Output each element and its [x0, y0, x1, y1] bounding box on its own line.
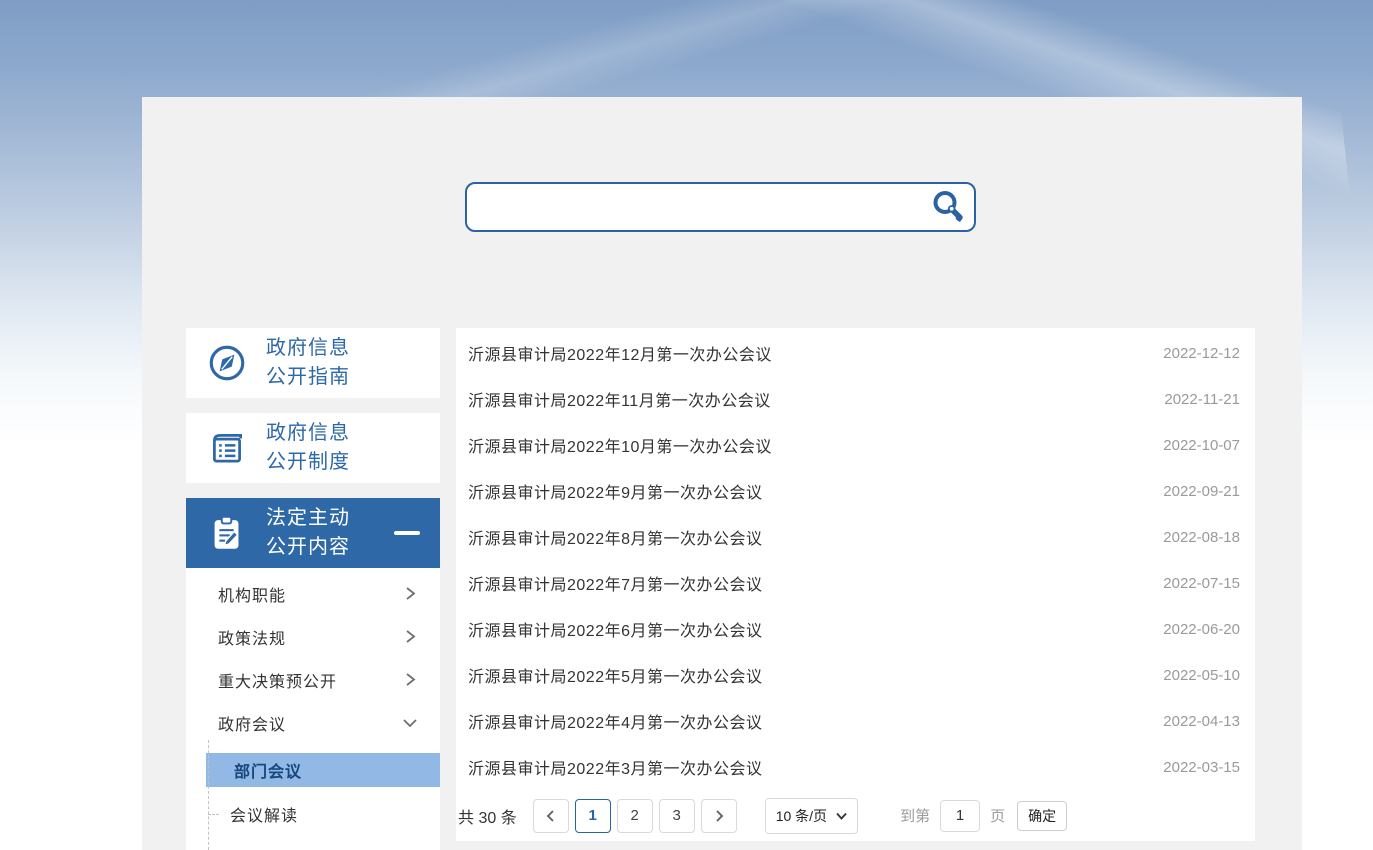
chevron-left-icon	[544, 809, 558, 823]
list-item[interactable]: 沂源县审计局2022年10月第一次办公会议 2022-10-07	[456, 422, 1255, 468]
chevron-right-icon	[403, 629, 418, 644]
chevron-right-icon	[403, 672, 418, 687]
goto-page-input[interactable]	[940, 800, 980, 832]
search-input[interactable]	[467, 184, 922, 230]
compass-icon	[206, 341, 248, 385]
submenu-item-department-meetings[interactable]: 部门会议	[206, 753, 440, 787]
chevron-down-icon	[402, 715, 418, 730]
notebook-icon	[206, 426, 248, 470]
sidebar-card-gov-info-guide[interactable]: 政府信息 公开指南	[186, 328, 440, 398]
list-item[interactable]: 沂源县审计局2022年8月第一次办公会议 2022-08-18	[456, 514, 1255, 560]
list-item[interactable]: 沂源县审计局2022年11月第一次办公会议 2022-11-21	[456, 376, 1255, 422]
sidebar-menu: 机构职能 政策法规 重大决策预公开 政府会议 部门会议 会议解读	[186, 568, 440, 850]
sidebar-card-label: 政府信息 公开指南	[266, 334, 350, 392]
clipboard-pencil-icon	[206, 511, 248, 555]
search-button[interactable]	[922, 184, 974, 230]
submenu-tree-line	[208, 740, 209, 850]
goto-page-suffix: 页	[990, 805, 1005, 826]
sidebar-card-statutory-disclosure[interactable]: 法定主动 公开内容	[186, 498, 440, 568]
list-item[interactable]: 沂源县审计局2022年7月第一次办公会议 2022-07-15	[456, 560, 1255, 606]
menu-item-government-meetings[interactable]: 政府会议	[186, 701, 440, 744]
pagination-bar: 共 30 条 1 2 3 10 条/页 到第 页 确定	[456, 790, 1255, 841]
next-page-button[interactable]	[701, 799, 737, 833]
menu-item-policies[interactable]: 政策法规	[186, 615, 440, 658]
prev-page-button[interactable]	[533, 799, 569, 833]
sidebar-card-label: 政府信息 公开制度	[266, 419, 350, 477]
list-item[interactable]: 沂源县审计局2022年6月第一次办公会议 2022-06-20	[456, 606, 1255, 652]
page-button-3[interactable]: 3	[659, 799, 695, 833]
search-icon	[930, 189, 966, 225]
menu-item-organization[interactable]: 机构职能	[186, 572, 440, 615]
list-item-date: 2022-09-21	[1163, 483, 1240, 500]
list-item[interactable]: 沂源县审计局2022年9月第一次办公会议 2022-09-21	[456, 468, 1255, 514]
list-item-date: 2022-07-15	[1163, 575, 1240, 592]
menu-item-major-decisions[interactable]: 重大决策预公开	[186, 658, 440, 701]
page-size-select[interactable]: 10 条/页	[765, 798, 858, 834]
chevron-right-icon	[403, 586, 418, 601]
list-item[interactable]: 沂源县审计局2022年3月第一次办公会议 2022-03-15	[456, 744, 1255, 790]
caret-down-icon	[836, 812, 847, 820]
list-item-date: 2022-06-20	[1163, 621, 1240, 638]
confirm-button[interactable]: 确定	[1017, 801, 1067, 831]
submenu-item-meeting-interpretation[interactable]: 会议解读	[230, 797, 430, 831]
list-item-date: 2022-08-18	[1163, 529, 1240, 546]
sidebar-card-label: 法定主动 公开内容	[266, 504, 350, 562]
list-item-date: 2022-11-21	[1164, 391, 1240, 408]
search-bar	[465, 182, 976, 232]
meeting-list: 沂源县审计局2022年12月第一次办公会议 2022-12-12 沂源县审计局2…	[456, 328, 1255, 841]
list-item-date: 2022-04-13	[1163, 713, 1240, 730]
goto-page-prefix: 到第	[900, 805, 930, 826]
list-item-date: 2022-03-15	[1163, 759, 1240, 776]
chevron-right-icon	[712, 809, 726, 823]
list-item-date: 2022-12-12	[1163, 345, 1240, 362]
total-count-label: 共 30 条	[458, 804, 517, 828]
collapse-minus-icon[interactable]	[394, 531, 420, 535]
page-button-1[interactable]: 1	[575, 799, 611, 833]
list-item-date: 2022-05-10	[1163, 667, 1240, 684]
submenu-tree-stub	[208, 814, 219, 815]
list-item-date: 2022-10-07	[1163, 437, 1240, 454]
list-item[interactable]: 沂源县审计局2022年12月第一次办公会议 2022-12-12	[456, 330, 1255, 376]
page-button-2[interactable]: 2	[617, 799, 653, 833]
sidebar-card-gov-info-system[interactable]: 政府信息 公开制度	[186, 413, 440, 483]
list-item[interactable]: 沂源县审计局2022年5月第一次办公会议 2022-05-10	[456, 652, 1255, 698]
list-item[interactable]: 沂源县审计局2022年4月第一次办公会议 2022-04-13	[456, 698, 1255, 744]
